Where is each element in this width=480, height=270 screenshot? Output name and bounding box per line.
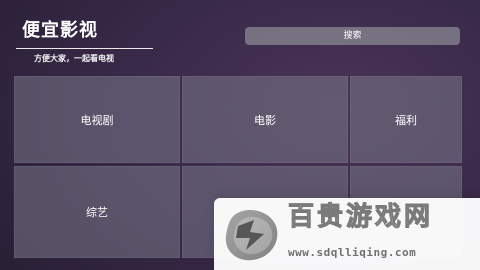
tile-welfare[interactable]: 福利 <box>350 76 462 163</box>
watermark-brand: 百贵游戏网 <box>287 202 434 232</box>
tile-variety[interactable]: 综艺 <box>14 166 180 258</box>
watermark-banner: 百贵游戏网 www.sdqlliqing.com <box>214 198 480 270</box>
app-subtitle: 方便大家，一起看电视 <box>34 54 114 63</box>
title-divider <box>16 48 153 49</box>
watermark-url: www.sdqlliqing.com <box>288 246 417 259</box>
brand-logo-icon <box>218 204 282 264</box>
tile-movies[interactable]: 电影 <box>182 76 348 163</box>
app-title: 便宜影视 <box>22 20 98 41</box>
tile-tv-series[interactable]: 电视剧 <box>14 76 180 163</box>
search-button[interactable]: 搜索 <box>245 27 460 45</box>
